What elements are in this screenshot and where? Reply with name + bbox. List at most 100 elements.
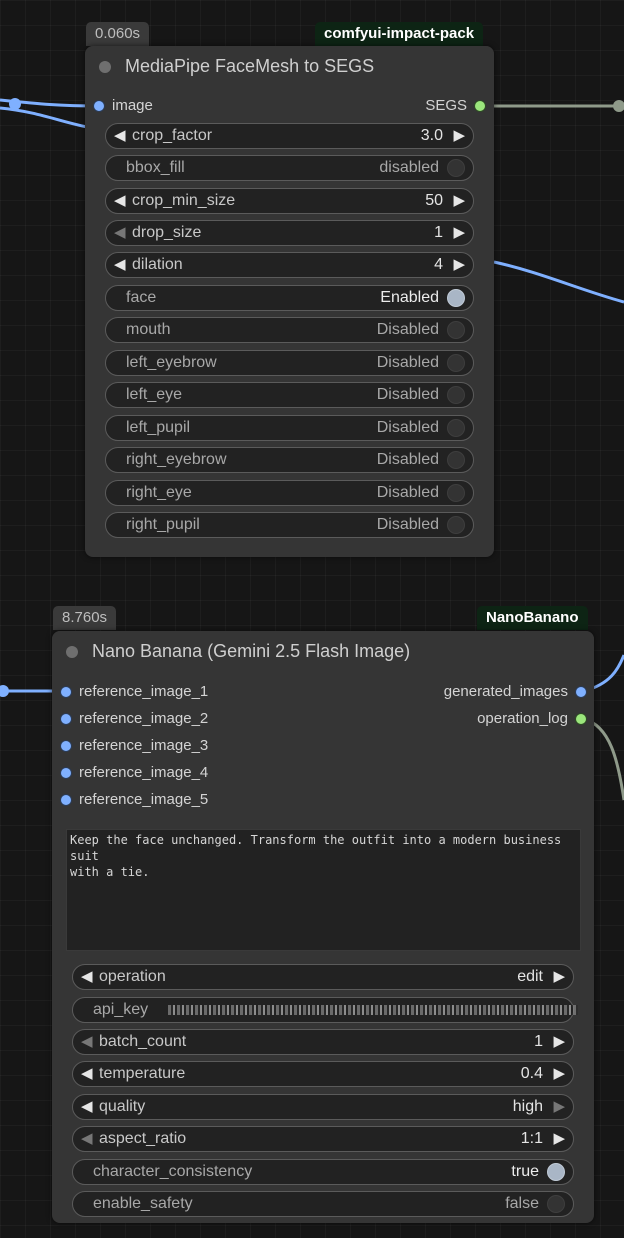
- toggle-knob-icon[interactable]: [447, 451, 465, 469]
- widget-value: Disabled: [376, 484, 439, 501]
- widget-label: batch_count: [99, 1033, 187, 1050]
- text-api-key[interactable]: api_key: [72, 997, 578, 1023]
- widget-dilation[interactable]: ◀ dilation 4 ▶: [105, 252, 474, 278]
- widget-label: left_pupil: [126, 419, 191, 436]
- widget-label: bbox_fill: [126, 159, 185, 176]
- next-arrow-icon[interactable]: ▶: [553, 1129, 565, 1147]
- combo-aspect-ratio[interactable]: ◀ aspect_ratio 1:1 ▶: [72, 1126, 574, 1152]
- widget-value: Disabled: [376, 516, 439, 533]
- decrement-arrow-icon[interactable]: ◀: [114, 191, 126, 209]
- increment-arrow-icon[interactable]: ▶: [453, 223, 465, 241]
- toggle-knob-icon[interactable]: [447, 354, 465, 372]
- input-pin-icon[interactable]: [61, 687, 71, 697]
- toggle-knob-icon[interactable]: [447, 321, 465, 339]
- input-pin-icon[interactable]: [61, 795, 71, 805]
- facemesh-node[interactable]: MediaPipe FaceMesh to SEGS image SEGS ◀ …: [85, 46, 494, 557]
- increment-arrow-icon[interactable]: ▶: [453, 126, 465, 144]
- toggle-enable-safety[interactable]: enable_safety false: [72, 1191, 574, 1217]
- widget-value: Disabled: [376, 419, 439, 436]
- input-slot-reference-image-3[interactable]: reference_image_3: [61, 736, 208, 756]
- toggle-knob-icon[interactable]: [447, 516, 465, 534]
- widget-value: 50: [425, 192, 443, 209]
- toggle-right-pupil[interactable]: right_pupil Disabled: [105, 512, 474, 538]
- widget-value: Disabled: [376, 354, 439, 371]
- widget-value: Enabled: [380, 289, 439, 306]
- toggle-mouth[interactable]: mouth Disabled: [105, 317, 474, 343]
- increment-arrow-icon[interactable]: ▶: [553, 1064, 565, 1082]
- output-pin-icon[interactable]: [576, 714, 586, 724]
- toggle-face[interactable]: face Enabled: [105, 285, 474, 311]
- widget-label: operation: [99, 968, 166, 985]
- input-pin-icon[interactable]: [61, 741, 71, 751]
- decrement-arrow-icon[interactable]: ◀: [81, 1032, 93, 1050]
- widget-drop-size[interactable]: ◀ drop_size 1 ▶: [105, 220, 474, 246]
- node-title-bar[interactable]: MediaPipe FaceMesh to SEGS: [85, 46, 494, 86]
- widget-label: temperature: [99, 1065, 186, 1082]
- widget-label: left_eye: [126, 386, 183, 403]
- toggle-left-pupil[interactable]: left_pupil Disabled: [105, 415, 474, 441]
- increment-arrow-icon[interactable]: ▶: [453, 255, 465, 273]
- widget-temperature[interactable]: ◀ temperature 0.4 ▶: [72, 1061, 574, 1087]
- widget-value: Disabled: [376, 451, 439, 468]
- toggle-knob-icon[interactable]: [547, 1195, 565, 1213]
- previous-arrow-icon[interactable]: ◀: [81, 1097, 93, 1115]
- input-pin-icon[interactable]: [61, 768, 71, 778]
- input-slot-label: image: [112, 97, 153, 114]
- decrement-arrow-icon[interactable]: ◀: [81, 1064, 93, 1082]
- decrement-arrow-icon[interactable]: ◀: [114, 223, 126, 241]
- input-slot-label: reference_image_5: [79, 791, 209, 808]
- input-slot-reference-image-4[interactable]: reference_image_4: [61, 763, 208, 783]
- widget-value: 4: [434, 256, 443, 273]
- output-pin-icon[interactable]: [576, 687, 586, 697]
- widget-value: Disabled: [376, 321, 439, 338]
- widget-label: crop_factor: [132, 127, 213, 144]
- widget-batch-count[interactable]: ◀ batch_count 1 ▶: [72, 1029, 574, 1055]
- decrement-arrow-icon[interactable]: ◀: [114, 255, 126, 273]
- previous-arrow-icon[interactable]: ◀: [81, 967, 93, 985]
- toggle-character-consistency[interactable]: character_consistency true: [72, 1159, 574, 1185]
- node-title: MediaPipe FaceMesh to SEGS: [125, 56, 375, 76]
- toggle-knob-icon[interactable]: [447, 386, 465, 404]
- node-title-bar[interactable]: Nano Banana (Gemini 2.5 Flash Image): [52, 631, 594, 671]
- input-slot-reference-image-5[interactable]: reference_image_5: [61, 790, 208, 810]
- toggle-left-eyebrow[interactable]: left_eyebrow Disabled: [105, 350, 474, 376]
- toggle-right-eye[interactable]: right_eye Disabled: [105, 480, 474, 506]
- toggle-knob-icon[interactable]: [447, 419, 465, 437]
- output-slot-segs[interactable]: SEGS: [425, 96, 485, 116]
- collapse-dot-icon[interactable]: [99, 61, 111, 73]
- widget-crop-min-size[interactable]: ◀ crop_min_size 50 ▶: [105, 188, 474, 214]
- combo-operation[interactable]: ◀ operation edit ▶: [72, 964, 574, 990]
- nano-banana-node[interactable]: Nano Banana (Gemini 2.5 Flash Image) ref…: [52, 631, 594, 1223]
- output-slot-operation-log[interactable]: operation_log: [477, 709, 586, 729]
- toggle-right-eyebrow[interactable]: right_eyebrow Disabled: [105, 447, 474, 473]
- output-slot-label: operation_log: [477, 710, 568, 727]
- widget-crop-factor[interactable]: ◀ crop_factor 3.0 ▶: [105, 123, 474, 149]
- widget-label: dilation: [132, 256, 183, 273]
- output-pin-icon[interactable]: [475, 101, 485, 111]
- input-slot-reference-image-2[interactable]: reference_image_2: [61, 709, 208, 729]
- input-pin-icon[interactable]: [61, 714, 71, 724]
- input-slot-image[interactable]: image: [94, 96, 153, 116]
- input-slot-reference-image-1[interactable]: reference_image_1: [61, 682, 208, 702]
- collapse-dot-icon[interactable]: [66, 646, 78, 658]
- toggle-knob-icon[interactable]: [447, 484, 465, 502]
- next-arrow-icon[interactable]: ▶: [553, 1097, 565, 1115]
- widget-value: 1: [534, 1033, 543, 1050]
- toggle-knob-icon[interactable]: [447, 159, 465, 177]
- combo-quality[interactable]: ◀ quality high ▶: [72, 1094, 574, 1120]
- decrement-arrow-icon[interactable]: ◀: [114, 126, 126, 144]
- increment-arrow-icon[interactable]: ▶: [453, 191, 465, 209]
- toggle-left-eye[interactable]: left_eye Disabled: [105, 382, 474, 408]
- input-pin-icon[interactable]: [94, 101, 104, 111]
- toggle-bbox-fill[interactable]: bbox_fill disabled: [105, 155, 474, 181]
- next-arrow-icon[interactable]: ▶: [553, 967, 565, 985]
- toggle-knob-icon[interactable]: [547, 1163, 565, 1181]
- increment-arrow-icon[interactable]: ▶: [553, 1032, 565, 1050]
- previous-arrow-icon[interactable]: ◀: [81, 1129, 93, 1147]
- widget-value: high: [512, 1098, 543, 1115]
- input-slot-label: reference_image_2: [79, 710, 209, 727]
- prompt-textarea[interactable]: Keep the face unchanged. Transform the o…: [66, 829, 581, 951]
- node-title: Nano Banana (Gemini 2.5 Flash Image): [92, 641, 411, 661]
- toggle-knob-icon[interactable]: [447, 289, 465, 307]
- output-slot-generated-images[interactable]: generated_images: [444, 682, 586, 702]
